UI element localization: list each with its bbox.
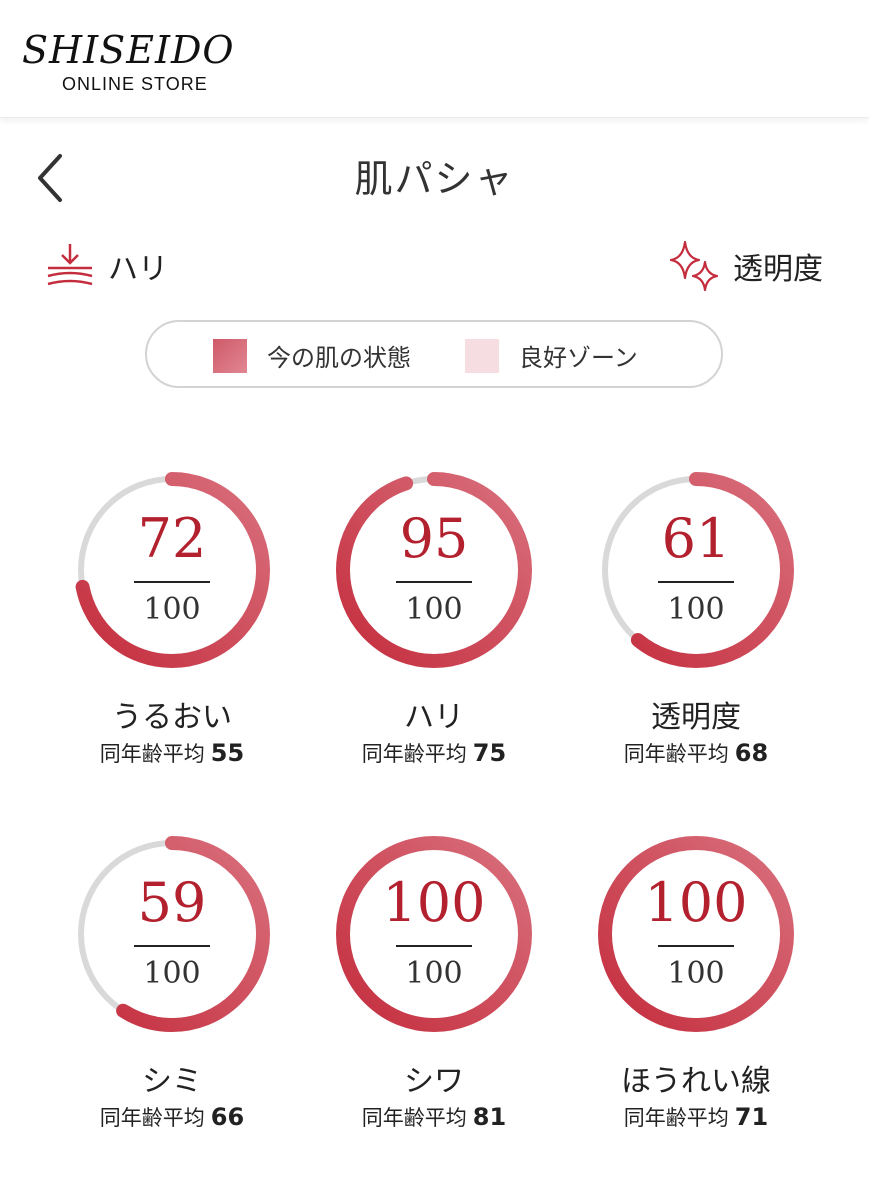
score-divider: [396, 945, 472, 947]
metric-card[interactable]: 72 100 うるおい 同年齢平均 55: [42, 468, 302, 768]
age-average: 同年齢平均 75: [304, 738, 564, 768]
metric-card[interactable]: 61 100 透明度 同年齢平均 68: [566, 468, 826, 768]
legend-good-zone: 良好ゾーン: [465, 338, 638, 373]
score-ring-graphic: [74, 836, 270, 1032]
score-max: 100: [143, 956, 201, 991]
score-ring: 95 100: [332, 468, 536, 672]
score-ring: 61 100: [594, 468, 798, 672]
score-max: 100: [667, 956, 725, 991]
age-average: 同年齢平均 71: [566, 1102, 826, 1132]
score-ring-graphic: [598, 472, 794, 668]
age-average: 同年齢平均 66: [42, 1102, 302, 1132]
age-average-label: 同年齢平均: [623, 742, 729, 766]
age-average-value: 68: [734, 739, 769, 767]
age-average-value: 75: [472, 739, 507, 767]
legend-label-good: 良好ゾーン: [519, 344, 638, 372]
logo-subtitle: ONLINE STORE: [62, 74, 208, 94]
age-average-label: 同年齢平均: [361, 742, 467, 766]
metric-label: シミ: [142, 1064, 202, 1099]
age-average: 同年齢平均 81: [304, 1102, 564, 1132]
score-ring: 59 100: [70, 832, 274, 1036]
age-average-value: 81: [472, 1103, 507, 1131]
score-max: 100: [405, 592, 463, 627]
age-average-label: 同年齢平均: [623, 1106, 729, 1130]
score-ring-graphic: [598, 836, 794, 1032]
score-divider: [658, 581, 734, 583]
age-average-label: 同年齢平均: [99, 742, 205, 766]
nav-next-label: 透明度: [733, 252, 823, 287]
sparkle-icon: [669, 240, 719, 292]
score-divider: [134, 581, 210, 583]
age-average-label: 同年齢平均: [99, 1106, 205, 1130]
metric-card[interactable]: 100 100 シワ 同年齢平均 81: [304, 832, 564, 1132]
score-ring: 100 100: [332, 832, 536, 1036]
legend-swatch-current: [213, 338, 247, 373]
metric-label: うるおい: [112, 700, 232, 735]
metric-card[interactable]: 100 100 ほうれい線 同年齢平均 71: [566, 832, 826, 1132]
score-max: 100: [405, 956, 463, 991]
score-value: 100: [644, 871, 748, 934]
score-value: 95: [399, 507, 469, 570]
shiseido-logo[interactable]: SHISEIDO ONLINE STORE: [22, 28, 252, 95]
score-ring-graphic: [336, 836, 532, 1032]
score-ring: 100 100: [594, 832, 798, 1036]
score-divider: [134, 945, 210, 947]
nav-prev-firmness[interactable]: ハリ: [44, 238, 168, 294]
legend: 今の肌の状態 良好ゾーン: [145, 320, 723, 388]
age-average-label: 同年齢平均: [361, 1106, 467, 1130]
age-average-value: 66: [210, 1103, 245, 1131]
legend-label-current: 今の肌の状態: [267, 344, 411, 372]
score-value: 72: [137, 507, 207, 570]
metric-card[interactable]: 95 100 ハリ 同年齢平均 75: [304, 468, 564, 768]
legend-swatch-good: [465, 338, 499, 373]
score-value: 100: [382, 871, 486, 934]
logo-wordmark: SHISEIDO: [22, 28, 235, 72]
site-header: SHISEIDO ONLINE STORE: [0, 0, 869, 118]
nav-next-clarity[interactable]: 透明度: [667, 238, 823, 294]
score-divider: [658, 945, 734, 947]
score-ring: 72 100: [70, 468, 274, 672]
firmness-icon: [47, 244, 93, 286]
age-average-value: 55: [210, 739, 245, 767]
score-max: 100: [143, 592, 201, 627]
metric-label: 透明度: [651, 700, 741, 735]
score-value: 61: [661, 507, 731, 570]
legend-current-state: 今の肌の状態: [213, 338, 411, 373]
metric-label: ハリ: [404, 700, 464, 735]
metric-label: ほうれい線: [621, 1064, 771, 1099]
score-max: 100: [667, 592, 725, 627]
metric-card[interactable]: 59 100 シミ 同年齢平均 66: [42, 832, 302, 1132]
age-average-value: 71: [734, 1103, 769, 1131]
nav-prev-label: ハリ: [108, 252, 168, 287]
page-title: 肌パシャ: [354, 157, 515, 201]
score-ring-graphic: [74, 472, 270, 668]
score-value: 59: [137, 871, 207, 934]
score-ring-graphic: [336, 472, 532, 668]
age-average: 同年齢平均 68: [566, 738, 826, 768]
metric-label: シワ: [404, 1064, 464, 1099]
score-divider: [396, 581, 472, 583]
age-average: 同年齢平均 55: [42, 738, 302, 768]
